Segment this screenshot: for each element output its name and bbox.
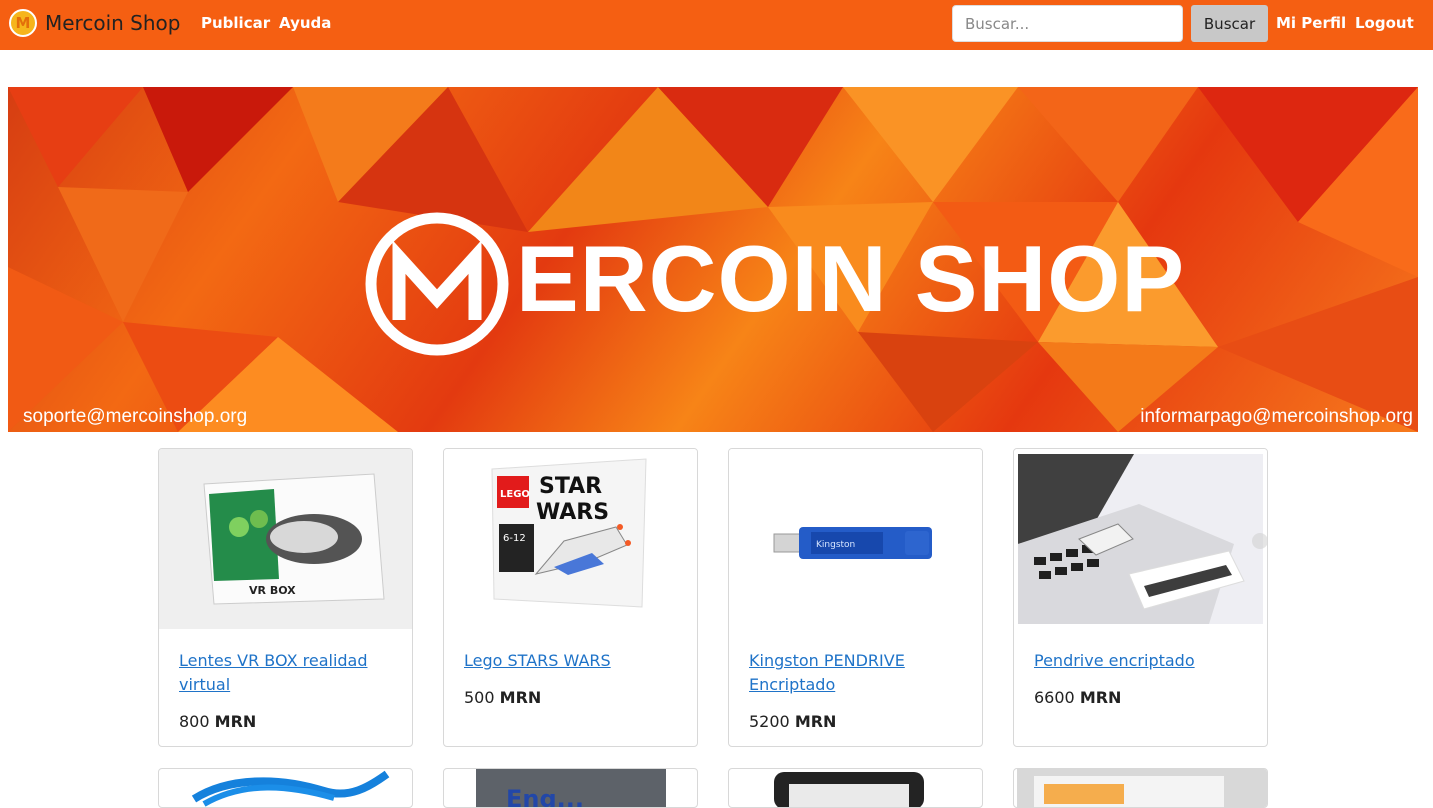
usb-cable-image [191,770,390,807]
mercoin-logo-icon: M [9,9,37,37]
product-price: 5200 MRN [749,712,836,731]
currency-label: MRN [794,712,837,731]
currency-label: MRN [214,712,257,731]
help-link[interactable]: Ayuda [279,14,331,32]
product-price: 800 MRN [179,712,256,731]
product-price: 6600 MRN [1034,688,1121,707]
product-card-partial[interactable] [728,768,983,808]
payment-email: informarpago@mercoinshop.org [1140,406,1413,427]
ebook-reader-image [774,772,924,807]
price-value: 800 [179,712,210,731]
search-button[interactable]: Buscar [1191,5,1268,42]
price-value: 500 [464,688,495,707]
brand-name: Mercoin Shop [45,11,181,35]
product-title-link[interactable]: Lego STARS WARS [464,649,679,673]
svg-text:STAR: STAR [539,474,602,499]
mercoin-logo-icon [365,212,509,356]
vr-box-image[interactable]: VR BOX [159,449,412,629]
svg-text:6-12: 6-12 [503,533,526,544]
brand-link[interactable]: M Mercoin Shop [9,8,180,38]
svg-text:WARS: WARS [536,500,609,525]
book-cover-image: Eng... [476,769,666,808]
svg-text:VR BOX: VR BOX [249,584,296,597]
product-card-partial[interactable] [1013,768,1268,808]
svg-text:LEGO: LEGO [500,489,530,500]
profile-link[interactable]: Mi Perfil [1276,14,1346,32]
support-email: soporte@mercoinshop.org [23,406,248,427]
lego-star-wars-image[interactable]: LEGO STAR WARS 6-12 [444,449,697,629]
currency-label: MRN [1079,688,1122,707]
svg-text:Eng...: Eng... [506,785,584,808]
kingston-pendrive-image[interactable]: Kingston [729,449,982,629]
svg-text:Kingston: Kingston [816,540,855,550]
currency-label: MRN [499,688,542,707]
encrypted-pendrive-image[interactable] [1014,449,1267,629]
product-card[interactable]: Pendrive encriptado 6600 MRN [1013,448,1268,747]
product-card-partial[interactable]: Eng... [443,768,698,808]
laptop-image [1017,769,1267,807]
product-title-link[interactable]: Kingston PENDRIVE Encriptado [749,649,964,697]
top-navbar: M Mercoin Shop Publicar Ayuda Buscar Mi … [0,0,1433,50]
banner-title: ERCOIN SHOP [516,226,1186,331]
product-card[interactable]: LEGO STAR WARS 6-12 Lego STARS WARS 500 … [443,448,698,747]
product-card-partial[interactable] [158,768,413,808]
publish-link[interactable]: Publicar [201,14,270,32]
product-title-link[interactable]: Pendrive encriptado [1034,649,1249,673]
hero-banner: ERCOIN SHOP soporte@mercoinshop.org info… [8,87,1418,432]
search-input[interactable] [952,5,1183,42]
product-price: 500 MRN [464,688,541,707]
product-card[interactable]: VR BOX Lentes VR BOX realidad virtual 80… [158,448,413,747]
price-value: 6600 [1034,688,1075,707]
product-title-link[interactable]: Lentes VR BOX realidad virtual [179,649,394,697]
logout-link[interactable]: Logout [1355,14,1414,32]
price-value: 5200 [749,712,790,731]
product-card[interactable]: Kingston Kingston PENDRIVE Encriptado 52… [728,448,983,747]
